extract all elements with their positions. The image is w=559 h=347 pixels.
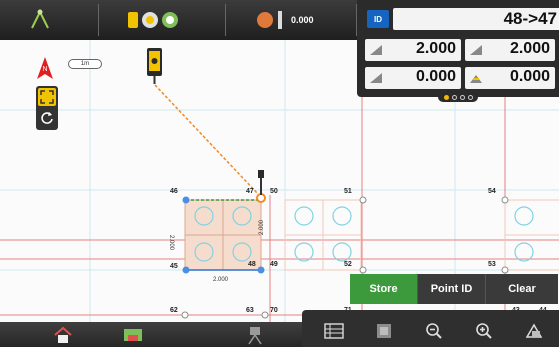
list-icon bbox=[324, 323, 344, 339]
stakeout-actions: Store Point ID Clear bbox=[350, 274, 558, 304]
map-settings-button[interactable] bbox=[514, 318, 554, 344]
point-label: 53 bbox=[488, 261, 496, 268]
pager-dot-active[interactable] bbox=[443, 94, 449, 100]
point-label: 52 bbox=[344, 261, 352, 268]
zoom-extents-icon bbox=[40, 90, 54, 104]
stakeout-info-panel: ID 48->47 2.000 2.000 0.000 0.000 bbox=[357, 0, 559, 97]
pager-dot[interactable] bbox=[459, 94, 465, 100]
store-button[interactable]: Store bbox=[350, 274, 418, 304]
point-label: 48 bbox=[248, 261, 256, 268]
dim-horizontal: 2.000 bbox=[213, 277, 229, 283]
survey-style-icon[interactable] bbox=[28, 6, 52, 34]
target-point[interactable] bbox=[256, 193, 266, 203]
prism-height-status[interactable]: 0.000 bbox=[256, 6, 314, 34]
total-station-icon bbox=[248, 326, 262, 344]
delta-horizontal-value: 2.000 bbox=[415, 40, 456, 57]
point-label: 47 bbox=[246, 188, 254, 195]
job-menu-button[interactable] bbox=[118, 322, 148, 347]
map-tools bbox=[36, 86, 58, 130]
delta-vertical-value: 0.000 bbox=[415, 68, 456, 85]
map-view-toolbar bbox=[302, 310, 559, 347]
pan-tool-icon bbox=[525, 323, 543, 338]
dim-vertical-left: 2.000 bbox=[168, 235, 174, 251]
id-field[interactable]: 48->47 bbox=[393, 8, 559, 30]
point-label: 63 bbox=[246, 307, 254, 314]
delta-slope-field[interactable]: 2.000 bbox=[465, 39, 555, 61]
guidance-line bbox=[154, 84, 259, 195]
point-label: 62 bbox=[170, 307, 178, 314]
delta-cut-fill-field[interactable]: 0.000 bbox=[465, 67, 555, 89]
list-view-button[interactable] bbox=[314, 318, 354, 344]
point-label: 46 bbox=[170, 188, 178, 195]
svg-text:N: N bbox=[42, 66, 47, 73]
point-label: 70 bbox=[270, 307, 278, 314]
rover-icon bbox=[147, 48, 162, 84]
slope-icon bbox=[370, 73, 382, 83]
scale-bar: 1m bbox=[68, 59, 102, 69]
point-label: 45 bbox=[170, 263, 178, 270]
id-value: 48->47 bbox=[503, 9, 557, 28]
zoom-extents-button[interactable] bbox=[38, 88, 56, 106]
rotate-map-button[interactable] bbox=[38, 109, 56, 127]
point-id-button[interactable]: Point ID bbox=[418, 274, 486, 304]
delta-vertical-field[interactable]: 0.000 bbox=[365, 67, 461, 89]
home-button[interactable] bbox=[48, 322, 78, 347]
delta-slope-value: 2.000 bbox=[509, 40, 550, 57]
slope-icon bbox=[370, 45, 382, 55]
app-window: 2.000 2.000 2.000 46 47 50 51 54 45 48 4… bbox=[0, 0, 559, 347]
rotate-icon bbox=[41, 112, 53, 124]
point-label: 49 bbox=[270, 261, 278, 268]
north-arrow-icon: N bbox=[37, 57, 53, 79]
layers-icon bbox=[377, 324, 391, 338]
zoom-out-button[interactable] bbox=[414, 318, 454, 344]
instrument-button[interactable] bbox=[240, 322, 270, 347]
zoom-in-button[interactable] bbox=[464, 318, 504, 344]
delta-horizontal-field[interactable]: 2.000 bbox=[365, 39, 461, 61]
instrument-status-icon[interactable] bbox=[126, 6, 186, 34]
delta-cut-fill-value: 0.000 bbox=[509, 68, 550, 85]
slope-icon bbox=[470, 45, 482, 55]
cut-fill-icon bbox=[470, 75, 482, 83]
zoom-out-icon bbox=[426, 323, 442, 339]
zoom-in-icon bbox=[476, 323, 492, 339]
pager-dot[interactable] bbox=[451, 94, 457, 100]
panel-pager[interactable] bbox=[438, 92, 478, 102]
point-label: 51 bbox=[344, 188, 352, 195]
gps-value: 0.000 bbox=[291, 15, 314, 25]
clear-button[interactable]: Clear bbox=[486, 274, 558, 304]
point-label: 54 bbox=[488, 188, 496, 195]
dim-vertical-right: 2.000 bbox=[259, 219, 265, 235]
layers-button[interactable] bbox=[364, 318, 404, 344]
job-icon bbox=[124, 328, 142, 341]
point-label: 50 bbox=[270, 188, 278, 195]
pager-dot[interactable] bbox=[467, 94, 473, 100]
id-badge: ID bbox=[367, 10, 389, 28]
home-icon bbox=[54, 326, 72, 343]
